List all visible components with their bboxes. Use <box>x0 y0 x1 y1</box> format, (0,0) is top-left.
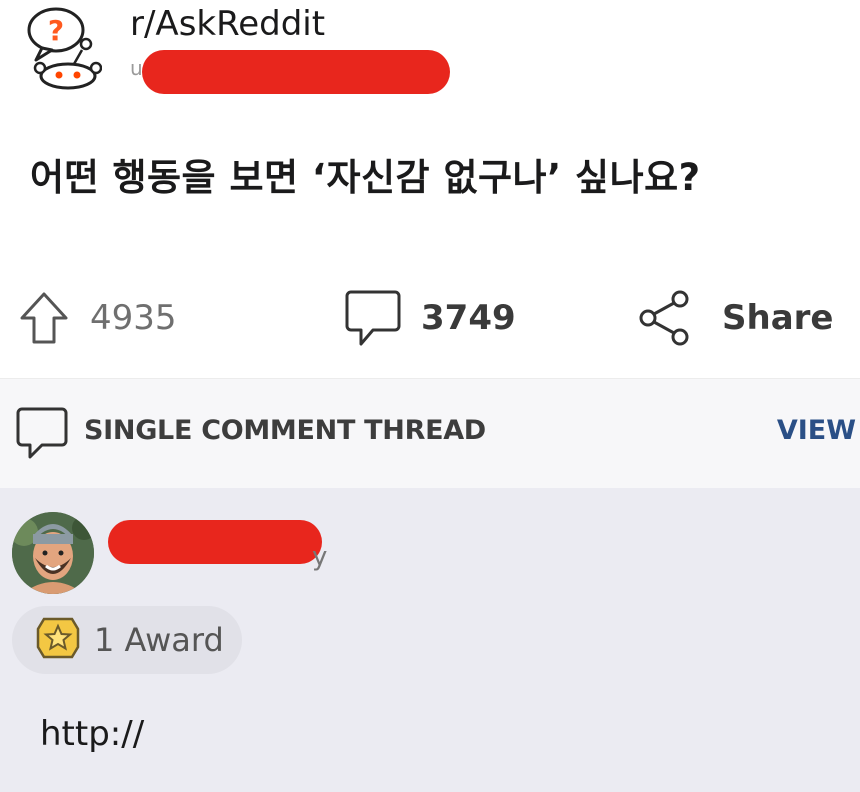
avatar[interactable] <box>12 512 94 594</box>
share-label: Share <box>722 298 834 338</box>
upvote-icon[interactable] <box>18 290 70 346</box>
comment-username-tail: y <box>312 542 328 572</box>
comments-button[interactable]: 3749 <box>345 282 516 354</box>
subreddit-name[interactable]: r/AskReddit <box>130 2 325 46</box>
post-author-prefix: u <box>130 56 143 80</box>
upvote-count: 4935 <box>90 298 177 338</box>
comment-body[interactable]: http:// <box>40 714 144 754</box>
award-badge[interactable]: 1 Award <box>12 606 242 674</box>
comment: y 1 Award http:// <box>0 488 860 792</box>
subreddit-avatar-icon[interactable]: ? <box>22 6 103 90</box>
upvote-button[interactable]: 4935 <box>18 282 177 354</box>
comment-thread-icon <box>16 405 68 465</box>
post-title[interactable]: 어떤 행동을 보면 ‘자신감 없구나’ 싶나요? <box>30 150 840 206</box>
comment-count: 3749 <box>421 298 516 338</box>
thread-bar: SINGLE COMMENT THREAD VIEW <box>0 378 860 489</box>
share-icon[interactable] <box>638 289 692 347</box>
view-link[interactable]: VIEW <box>777 415 856 446</box>
award-count-label: 1 Award <box>94 621 224 659</box>
post-actions: 4935 3749 Share <box>0 282 860 354</box>
post-card: ? r/AskReddit u 어떤 행동을 보면 ‘자신감 없구나’ 싶나요?… <box>0 0 860 378</box>
svg-text:?: ? <box>48 14 64 47</box>
award-icon <box>36 615 80 665</box>
comment-icon[interactable] <box>345 288 401 348</box>
thread-label: SINGLE COMMENT THREAD <box>84 415 486 446</box>
redacted-comment-username <box>108 520 322 564</box>
share-button[interactable]: Share <box>638 282 833 354</box>
redacted-username <box>142 50 450 94</box>
